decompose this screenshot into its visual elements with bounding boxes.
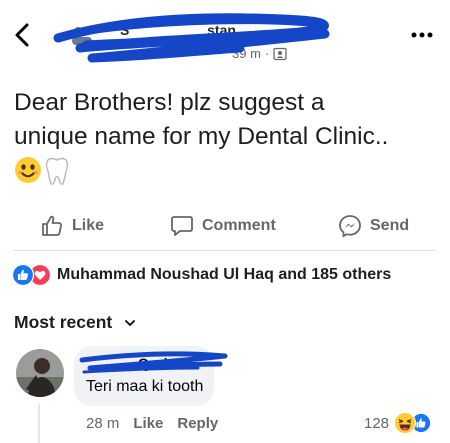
comment-label: Comment: [202, 217, 276, 234]
haha-reaction-icon: [394, 412, 417, 434]
more-horizontal-icon[interactable]: [410, 31, 434, 39]
divider: [14, 250, 436, 251]
like-button[interactable]: Like: [40, 214, 104, 238]
post-text-line-1: Dear Brothers! plz suggest a: [14, 89, 325, 116]
comment-reactions[interactable]: 128: [364, 412, 432, 434]
send-label: Send: [370, 217, 410, 234]
group-members-icon: [72, 27, 92, 45]
post-emojis: [14, 156, 70, 190]
post-text-line-2: unique name for my Dental Clinic..: [14, 123, 389, 150]
post-meta: 39 m ·: [232, 46, 287, 61]
avatar[interactable]: [16, 349, 64, 397]
thread-line: [38, 404, 40, 443]
comment-reply-button[interactable]: Reply: [177, 415, 218, 432]
meta-separator: ·: [264, 46, 270, 61]
sort-label: Most recent: [14, 312, 113, 332]
like-reaction-icon: [12, 264, 34, 286]
comment-reaction-count: 128: [364, 414, 390, 432]
messenger-icon: [339, 215, 361, 238]
post-author-name[interactable]: S stan: [120, 22, 236, 38]
reaction-summary[interactable]: Muhammad Noushad Ul Haq and 185 others: [12, 264, 391, 286]
comment-like-button[interactable]: Like: [133, 415, 163, 432]
send-button[interactable]: Send: [338, 214, 409, 238]
tooth-emoji: [45, 157, 69, 185]
smiling-face-emoji: [15, 157, 41, 183]
post-body: Dear Brothers! plz suggest a unique name…: [14, 86, 439, 154]
like-label: Like: [72, 217, 105, 234]
comment-meta: 28 m Like Reply: [86, 415, 218, 432]
commenter-name[interactable]: Qazi: [86, 355, 168, 371]
chevron-left-icon[interactable]: [10, 22, 36, 48]
members-only-icon: [273, 47, 287, 60]
thumbs-up-icon: [42, 215, 62, 236]
post-time: 39 m: [232, 46, 261, 61]
reaction-summary-text: Muhammad Noushad Ul Haq and 185 others: [57, 266, 392, 283]
comment-button[interactable]: Comment: [170, 214, 276, 238]
post-header: S stan 39 m ·: [0, 0, 450, 72]
chevron-down-icon: [125, 319, 136, 326]
comment-time: 28 m: [86, 415, 120, 432]
post-action-bar: Like Comment Send: [0, 206, 450, 248]
speech-bubble-icon: [171, 216, 193, 236]
comment-sort-dropdown[interactable]: Most recent: [14, 312, 136, 333]
comment-text: Teri maa ki tooth: [86, 378, 204, 395]
